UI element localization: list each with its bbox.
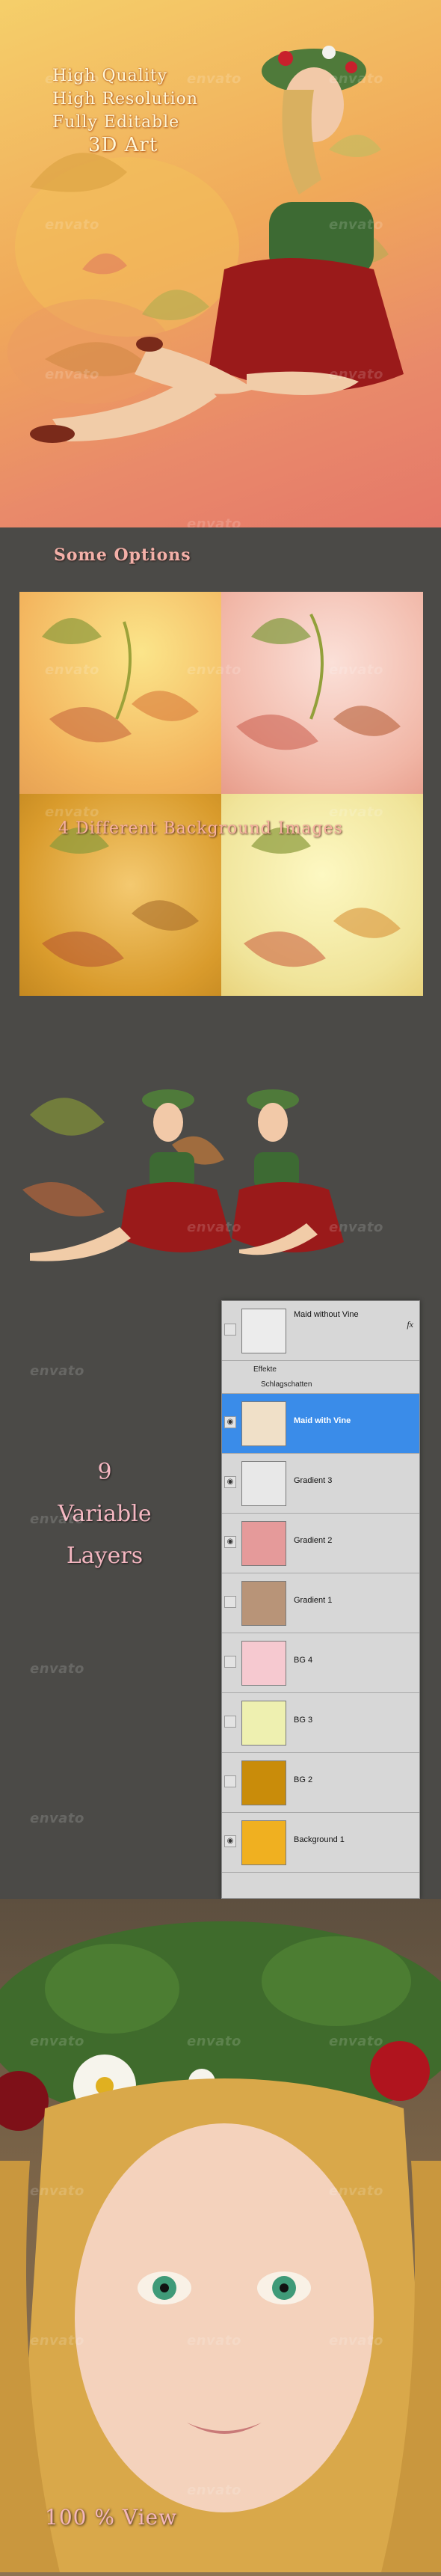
layer-name: Background 1 [294,1835,345,1844]
layer-thumbnail [241,1820,286,1865]
layer-name: BG 3 [294,1716,313,1725]
watermark-text: envato [329,217,383,233]
background-option-golden [19,592,221,794]
layer-name: Gradient 1 [294,1596,333,1605]
watermark-text: envato [329,2034,383,2049]
visibility-toggle[interactable]: ◉ [224,1835,236,1847]
zoom-level-label: 100 % View [45,2505,178,2530]
layer-thumbnail [241,1401,286,1446]
layer-row[interactable]: Gradient 1 [222,1573,419,1633]
layer-row[interactable]: BG 4 [222,1633,419,1693]
watermark-text: envato [45,662,99,678]
layer-thumbnail [241,1521,286,1566]
visibility-toggle[interactable] [224,1324,236,1336]
layer-name: BG 4 [294,1656,313,1665]
watermark-text: envato [329,367,383,382]
maid-without-vine-preview [232,1089,344,1255]
layer-row[interactable]: ◉ Gradient 3 [222,1454,419,1514]
layer-effects-row[interactable]: Effekte Schlagschatten [222,1361,419,1394]
effect-drop-shadow[interactable]: Schlagschatten [261,1380,312,1389]
layer-thumbnail [241,1309,286,1353]
options-section: Some Options 4 Different Background Imag… [0,527,441,1070]
watermark-text: envato [187,516,241,527]
watermark-text: envato [329,1220,383,1235]
layer-thumbnail [241,1701,286,1746]
watermark-text: envato [45,367,99,382]
visibility-toggle[interactable]: ◉ [224,1416,236,1428]
watermark-text: envato [45,71,99,87]
layer-row-maid-without-vine[interactable]: Maid without Vine fx [222,1301,419,1361]
hero-line-editable: Fully Editable [52,113,180,132]
watermark-text: envato [329,804,383,820]
hero-section: High Quality High Resolution Fully Edita… [0,0,441,527]
portrait-closeup-art [0,1921,441,2572]
watermark-text: envato [30,1363,84,1379]
layer-row[interactable]: ◉ Background 1 [222,1813,419,1873]
tile-foliage [42,618,199,743]
watermark-text: envato [45,217,99,233]
visibility-toggle[interactable] [224,1716,236,1728]
visibility-toggle[interactable]: ◉ [224,1536,236,1548]
portrait-section: envato envato envato envato envato envat… [0,1899,441,2576]
layer-name: Maid with Vine [294,1416,351,1425]
watermark-text: envato [30,2034,84,2049]
layer-name: Maid without Vine [294,1310,359,1319]
options-band-label: 4 Different Background Images [58,819,343,838]
watermark-text: envato [30,1811,84,1826]
watermark-text: envato [187,2333,241,2349]
options-title: Some Options [54,545,191,565]
watermark-text: envato [45,804,99,820]
layer-name: Gradient 3 [294,1476,333,1485]
layer-thumbnail [241,1461,286,1506]
watermark-text: envato [187,662,241,678]
visibility-toggle[interactable] [224,1775,236,1787]
fx-badge[interactable]: fx [407,1319,413,1330]
watermark-text: envato [187,2034,241,2049]
layer-count-word-2: Layers [66,1543,144,1569]
watermark-text: envato [187,71,241,87]
layers-panel: Maid without Vine fx Effekte Schlagschat… [221,1300,420,1899]
tile-foliage [236,614,401,750]
watermark-text: envato [187,1220,241,1235]
visibility-toggle[interactable] [224,1596,236,1608]
hero-line-3d-art: 3D Art [88,134,158,156]
layer-name: BG 2 [294,1775,313,1784]
watermark-text: envato [329,71,383,87]
layer-row[interactable]: BG 2 [222,1753,419,1813]
maid-with-vine-preview [22,1089,232,1261]
effects-label: Effekte [253,1365,277,1374]
watermark-text: envato [30,2183,84,2199]
watermark-text: envato [30,1511,84,1527]
watermark-text: envato [30,1661,84,1677]
layer-name: Gradient 2 [294,1536,333,1545]
layer-thumbnail [241,1641,286,1686]
layer-preview-figures [22,1089,344,1261]
watermark-text: envato [329,662,383,678]
watermark-text: envato [187,2482,241,2498]
visibility-toggle[interactable] [224,1656,236,1668]
background-option-pink [221,592,423,794]
visibility-toggle[interactable]: ◉ [224,1476,236,1488]
watermark-text: envato [329,2183,383,2199]
hero-line-resolution: High Resolution [52,90,199,108]
layer-thumbnail [241,1581,286,1626]
layer-row[interactable]: ◉ Gradient 2 [222,1514,419,1573]
layer-row[interactable]: ◉ Maid with Vine [222,1394,419,1454]
layer-thumbnail [241,1760,286,1805]
watermark-text: envato [30,2333,84,2349]
layer-count-number: 9 [97,1459,112,1485]
layer-row[interactable]: BG 3 [222,1693,419,1753]
layers-section: 9 Variable Layers Maid without Vine fx E… [0,1070,441,1899]
watermark-text: envato [329,2333,383,2349]
